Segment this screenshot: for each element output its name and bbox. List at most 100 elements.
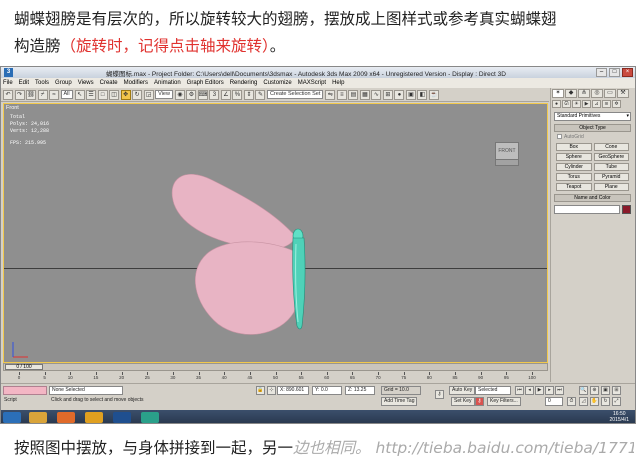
link-icon[interactable]: ⛓ [26, 89, 36, 100]
menu-modifiers[interactable]: Modifiers [124, 80, 148, 86]
play-icon[interactable]: ▶ [535, 386, 544, 395]
absolute-transform-icon[interactable]: ⊹ [267, 386, 276, 395]
butterfly-body[interactable] [292, 228, 306, 330]
menu-help[interactable]: Help [332, 80, 344, 86]
menu-graph-editors[interactable]: Graph Editors [187, 80, 224, 86]
add-time-tag-button[interactable]: Add Time Tag [381, 397, 418, 406]
select-manipulate-icon[interactable]: ⚙ [186, 89, 197, 100]
hierarchy-tab-icon[interactable]: ⋔ [578, 89, 590, 98]
motion-tab-icon[interactable]: ◎ [591, 89, 603, 98]
schematic-view-icon[interactable]: ⊞ [382, 89, 393, 100]
object-name-field[interactable] [554, 205, 620, 214]
select-by-name-icon[interactable]: ☰ [86, 89, 97, 100]
cylinder-button[interactable]: Cylinder [556, 163, 592, 171]
object-category-select[interactable]: Standard Primitives ▾ [554, 112, 631, 121]
utilities-tab-icon[interactable]: ⚒ [617, 89, 629, 98]
maximize-button[interactable]: □ [609, 68, 620, 77]
menu-file[interactable]: File [3, 80, 13, 86]
checkbox-icon[interactable] [557, 134, 562, 140]
render-production-icon[interactable]: ☕ [428, 89, 439, 100]
zoom-all-icon[interactable]: ⊕ [590, 386, 599, 395]
key-mode-select[interactable]: Selected [475, 386, 511, 395]
key-icon[interactable]: ⚷ [435, 390, 444, 399]
space-warps-icon[interactable]: ≋ [602, 100, 611, 108]
pan-view-icon[interactable]: ✋ [590, 397, 599, 406]
y-coordinate-field[interactable]: Y: 0.0 [312, 386, 342, 395]
menu-edit[interactable]: Edit [19, 80, 29, 86]
pyramid-button[interactable]: Pyramid [593, 173, 629, 181]
reference-coord-select[interactable]: View [155, 90, 173, 99]
geosphere-button[interactable]: GeoSphere [593, 153, 629, 161]
next-frame-icon[interactable]: ▸ [545, 386, 554, 395]
edit-named-selection-icon[interactable]: ✎ [255, 89, 266, 100]
media-player-icon[interactable] [85, 412, 103, 423]
field-of-view-icon[interactable]: ◿ [579, 397, 588, 406]
app-logo-icon[interactable]: 3 [4, 68, 13, 77]
name-and-color-rollout[interactable]: Name and Color [554, 194, 631, 202]
x-coordinate-field[interactable]: X: 890.601 [277, 386, 309, 395]
viewcube[interactable]: FRONT [492, 136, 522, 172]
menu-rendering[interactable]: Rendering [230, 80, 258, 86]
menu-maxscript[interactable]: MAXScript [298, 80, 326, 86]
geometry-icon[interactable]: ● [552, 100, 561, 108]
firefox-icon[interactable] [57, 412, 75, 423]
display-tab-icon[interactable]: ▭ [604, 89, 616, 98]
window-crossing-icon[interactable]: ◫ [109, 89, 120, 100]
sphere-button[interactable]: Sphere [556, 153, 592, 161]
named-selection-set-select[interactable]: Create Selection Set [266, 90, 324, 99]
torus-button[interactable]: Torus [556, 173, 592, 181]
viewcube-front-face[interactable]: FRONT [495, 142, 519, 160]
auto-key-button[interactable]: Auto Key [449, 386, 476, 395]
box-button[interactable]: Box [556, 143, 592, 151]
plane-button[interactable]: Plane [593, 183, 629, 191]
tube-button[interactable]: Tube [593, 163, 629, 171]
selection-filter-select[interactable]: All [60, 90, 73, 99]
spinner-snap-icon[interactable]: ⇕ [243, 89, 254, 100]
maximize-viewport-icon[interactable]: ⤢ [612, 397, 621, 406]
maxscript-label[interactable]: Script [4, 397, 17, 404]
snap-toggle-icon[interactable]: 3 [209, 89, 220, 100]
close-button[interactable]: × [622, 68, 633, 77]
butterfly-model[interactable] [4, 104, 548, 363]
shapes-icon[interactable]: ᘏ [562, 100, 571, 108]
keyboard-shortcut-icon[interactable]: ⌨ [197, 89, 208, 100]
select-rotate-icon[interactable]: ↻ [132, 89, 143, 100]
z-coordinate-field[interactable]: Z: 13.25 [345, 386, 375, 395]
menu-group[interactable]: Group [55, 80, 72, 86]
set-key-button[interactable]: Set Key [451, 397, 475, 406]
rendered-frame-icon[interactable]: ◧ [417, 89, 428, 100]
menu-create[interactable]: Create [100, 80, 118, 86]
time-slider[interactable]: 0 / 100 [3, 363, 548, 371]
select-object-icon[interactable]: ↖ [74, 89, 85, 100]
systems-icon[interactable]: ✲ [612, 100, 621, 108]
3dsmax-taskbar-icon[interactable] [141, 412, 159, 423]
select-scale-icon[interactable]: ◲ [143, 89, 154, 100]
menu-animation[interactable]: Animation [154, 80, 181, 86]
file-explorer-icon[interactable] [29, 412, 47, 423]
object-color-swatch[interactable] [622, 205, 631, 214]
graphite-tools-icon[interactable]: ▦ [359, 89, 370, 100]
helpers-icon[interactable]: ⊿ [592, 100, 601, 108]
minimize-button[interactable]: – [596, 68, 607, 77]
taskbar-clock[interactable]: 16:50 2015/4/1 [610, 411, 629, 423]
teapot-button[interactable]: Teapot [556, 183, 592, 191]
lights-icon[interactable]: ☀ [572, 100, 581, 108]
unlink-icon[interactable]: ⌿ [37, 89, 48, 100]
menu-tools[interactable]: Tools [35, 80, 49, 86]
select-move-icon[interactable]: ✥ [120, 89, 131, 100]
time-slider-thumb[interactable]: 0 / 100 [5, 364, 43, 370]
autogrid-checkbox[interactable]: AutoGrid [557, 134, 628, 141]
front-viewport[interactable]: Front Total Polys: 24,016 Verts: 12,288 … [3, 103, 548, 363]
create-tab-icon[interactable]: ✶ [552, 89, 564, 98]
key-filters-button[interactable]: Key Filters... [487, 397, 521, 406]
current-frame-field[interactable]: 0 [545, 397, 563, 406]
zoom-extents-all-icon[interactable]: ⊞ [612, 386, 621, 395]
track-bar[interactable]: 0 5 10 15 20 25 30 35 40 45 50 55 60 65 70 75 80 85 90 95 10… [3, 372, 548, 382]
previous-frame-icon[interactable]: ◂ [525, 386, 534, 395]
start-button-icon[interactable] [3, 412, 21, 423]
menu-views[interactable]: Views [78, 80, 94, 86]
angle-snap-icon[interactable]: ∠ [220, 89, 231, 100]
set-keys-icon[interactable]: ⚷ [475, 397, 484, 406]
go-to-end-icon[interactable]: ⏭ [555, 386, 564, 395]
bind-space-warp-icon[interactable]: ≈ [49, 89, 59, 100]
